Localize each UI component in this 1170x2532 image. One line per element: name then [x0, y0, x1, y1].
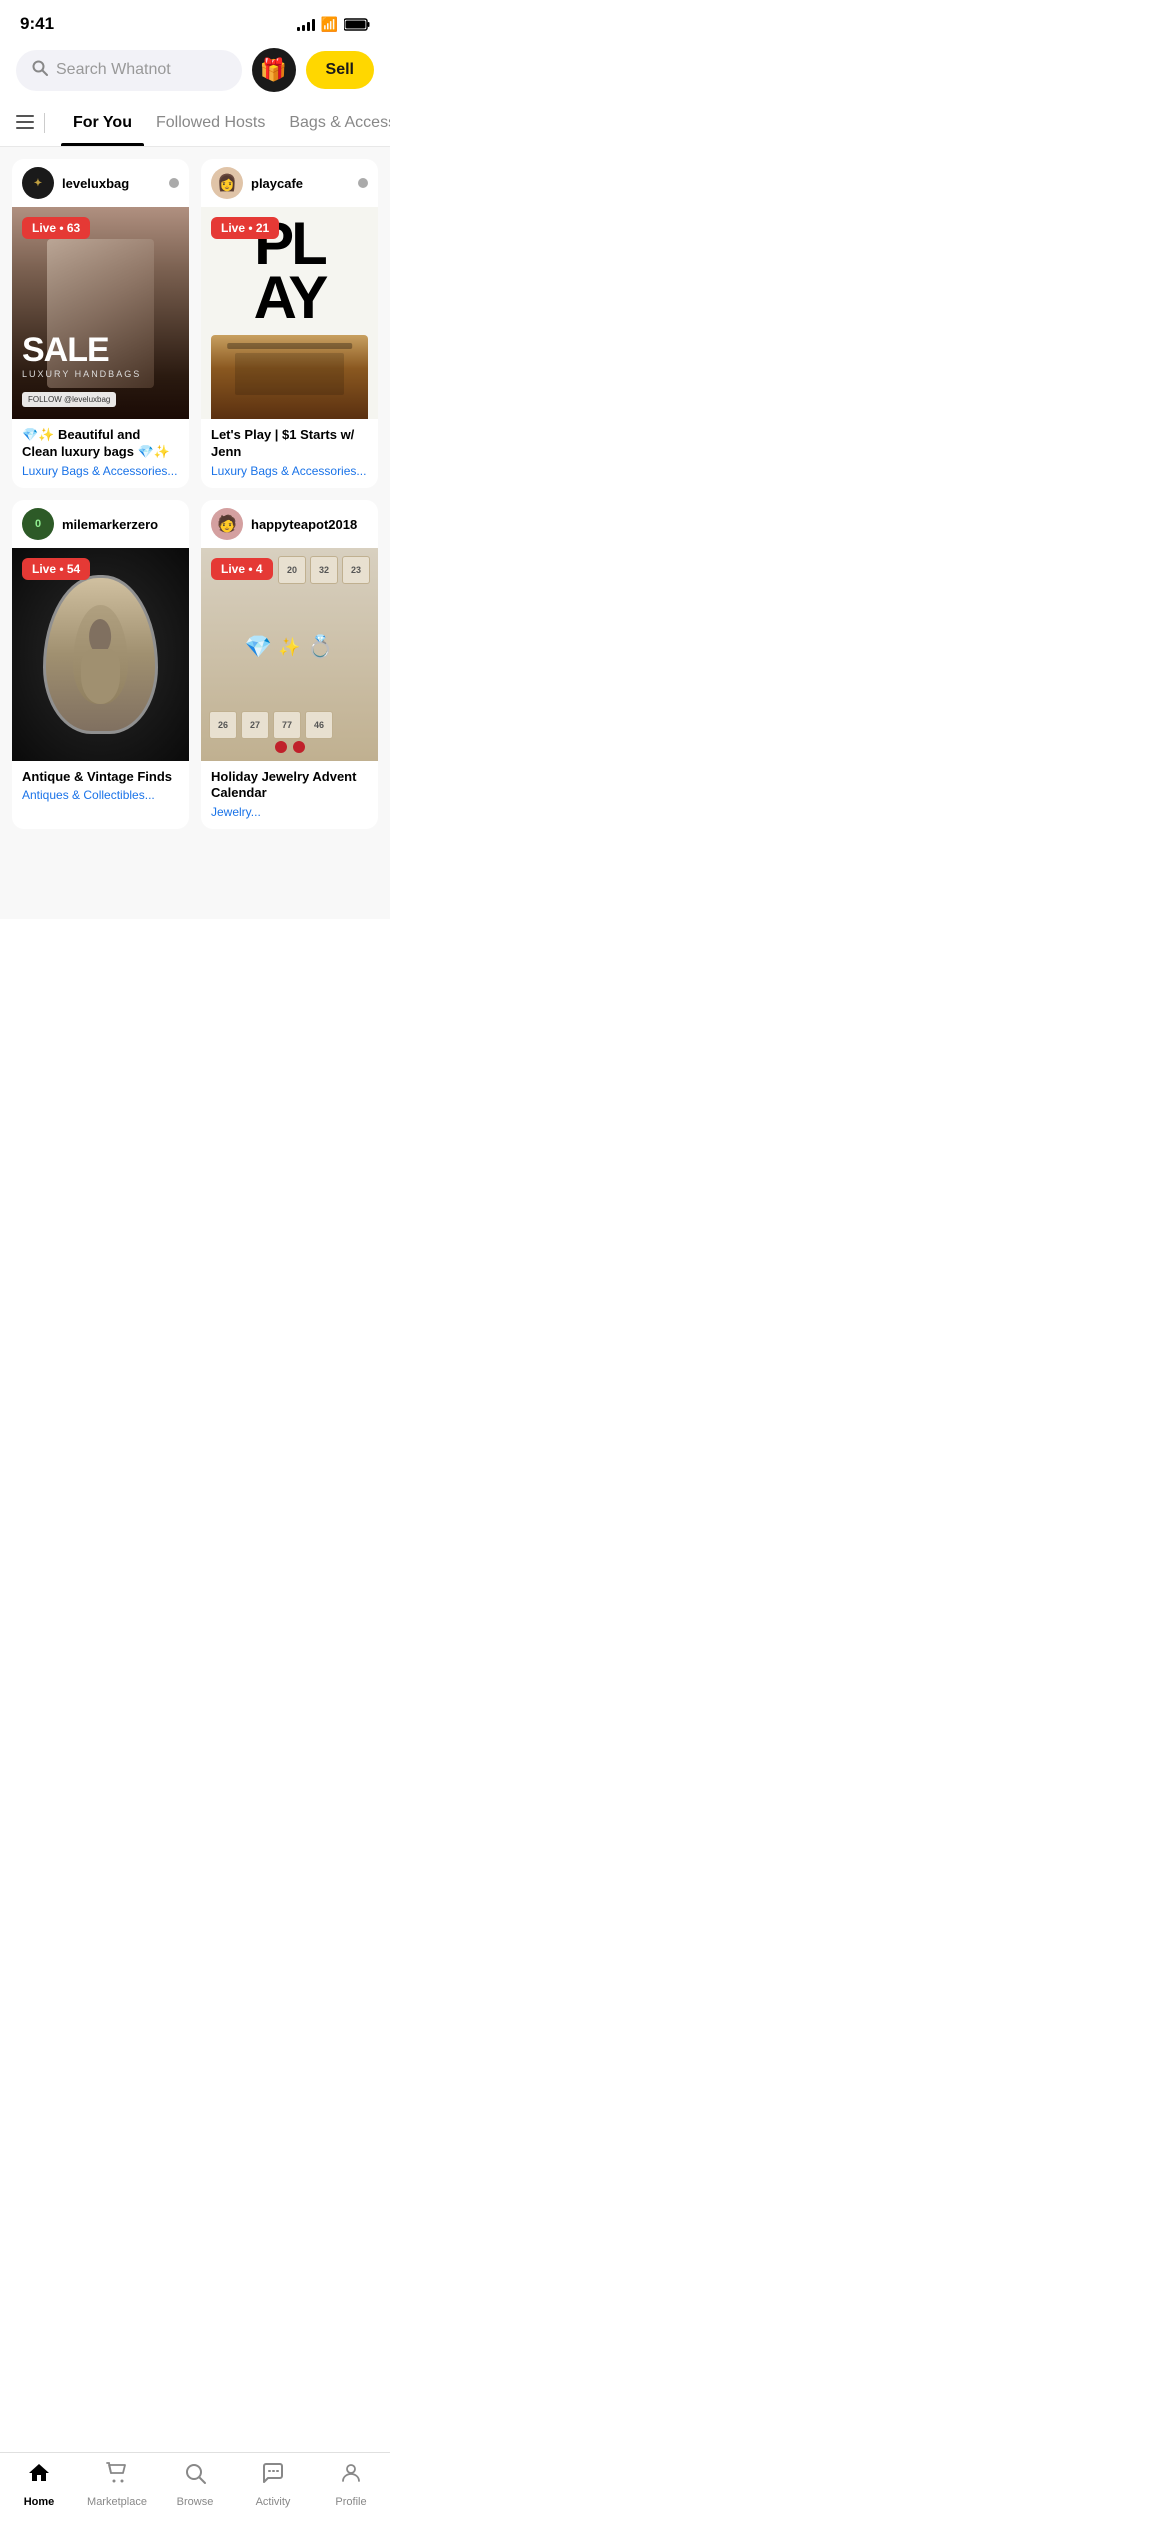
battery-icon [344, 18, 370, 31]
grid-icon[interactable] [16, 113, 34, 134]
card-footer-milemarkerzero: Antique & Vintage Finds Antiques & Colle… [12, 761, 189, 813]
bottom-nav: Home Marketplace Browse Ac [0, 2452, 390, 2532]
stream-title-leveluxbag: 💎✨ Beautiful and Clean luxury bags 💎✨ [22, 427, 179, 461]
thumbnail-happyteapot2018: 20 32 23 💎 ✨ 💍 26 27 77 [201, 548, 378, 760]
card-footer-leveluxbag: 💎✨ Beautiful and Clean luxury bags 💎✨ Lu… [12, 419, 189, 488]
profile-icon [339, 2461, 363, 2492]
sell-button[interactable]: Sell [306, 51, 374, 89]
nav-item-home[interactable]: Home [0, 2461, 78, 2508]
tab-bags[interactable]: Bags & Accessories [277, 100, 390, 146]
stream-card-milemarkerzero[interactable]: 0 milemarkerzero Live • 54 Ant [12, 500, 189, 829]
search-icon [32, 60, 48, 81]
thumbnail-playcafe: PLAY Live • 21 [201, 207, 378, 419]
nav-label-profile: Profile [335, 2496, 366, 2508]
username-leveluxbag: leveluxbag [62, 176, 161, 191]
avatar-leveluxbag: ✦ [22, 167, 54, 199]
nav-label-activity: Activity [256, 2496, 291, 2508]
nav-item-profile[interactable]: Profile [312, 2461, 390, 2508]
streams-grid: ✦ leveluxbag SALE LUXURY HANDBAGS FOLLOW… [12, 159, 378, 829]
live-indicator-playcafe [358, 178, 368, 188]
stream-category-milemarkerzero: Antiques & Collectibles... [22, 788, 179, 802]
status-bar: 9:41 📶 [0, 0, 390, 40]
avatar-happyteapot2018: 🧑 [211, 508, 243, 540]
thumbnail-milemarkerzero: Live • 54 [12, 548, 189, 760]
search-bar[interactable]: Search Whatnot [16, 50, 242, 91]
stream-card-playcafe[interactable]: 👩 playcafe PLAY Live • 21 Let [201, 159, 378, 488]
header: Search Whatnot 🎁 Sell [0, 40, 390, 100]
stream-title-playcafe: Let's Play | $1 Starts w/ Jenn [211, 427, 368, 461]
signal-bars-icon [297, 17, 315, 31]
nav-item-activity[interactable]: Activity [234, 2461, 312, 2508]
username-happyteapot2018: happyteapot2018 [251, 517, 368, 532]
search-placeholder: Search Whatnot [56, 61, 171, 79]
stream-category-playcafe: Luxury Bags & Accessories... [211, 464, 368, 478]
tab-divider [44, 113, 45, 133]
live-badge-happyteapot2018: Live • 4 [211, 558, 273, 580]
activity-icon [261, 2461, 285, 2492]
stream-card-leveluxbag[interactable]: ✦ leveluxbag SALE LUXURY HANDBAGS FOLLOW… [12, 159, 189, 488]
content-area: ✦ leveluxbag SALE LUXURY HANDBAGS FOLLOW… [0, 147, 390, 919]
stream-category-happyteapot2018: Jewelry... [211, 805, 368, 819]
nav-label-marketplace: Marketplace [87, 2496, 147, 2508]
card-footer-playcafe: Let's Play | $1 Starts w/ Jenn Luxury Ba… [201, 419, 378, 488]
status-icons: 📶 [297, 16, 370, 33]
tab-followed-hosts[interactable]: Followed Hosts [144, 100, 277, 146]
browse-icon [183, 2461, 207, 2492]
username-playcafe: playcafe [251, 176, 350, 191]
avatar-playcafe: 👩 [211, 167, 243, 199]
home-icon [27, 2461, 51, 2492]
card-footer-happyteapot2018: Holiday Jewelry Advent Calendar Jewelry.… [201, 761, 378, 830]
live-badge-leveluxbag: Live • 63 [22, 217, 90, 239]
card-header-leveluxbag: ✦ leveluxbag [12, 159, 189, 207]
tab-for-you[interactable]: For You [61, 100, 144, 146]
status-time: 9:41 [20, 14, 54, 34]
nav-item-marketplace[interactable]: Marketplace [78, 2461, 156, 2508]
live-indicator-leveluxbag [169, 178, 179, 188]
thumbnail-leveluxbag: SALE LUXURY HANDBAGS FOLLOW @leveluxbag … [12, 207, 189, 419]
card-header-happyteapot2018: 🧑 happyteapot2018 [201, 500, 378, 548]
card-header-milemarkerzero: 0 milemarkerzero [12, 500, 189, 548]
stream-category-leveluxbag: Luxury Bags & Accessories... [22, 464, 179, 478]
tabs-container: For You Followed Hosts Bags & Accessorie… [0, 100, 390, 147]
marketplace-icon [105, 2461, 129, 2492]
username-milemarkerzero: milemarkerzero [62, 517, 179, 532]
nav-label-home: Home [24, 2496, 55, 2508]
nav-label-browse: Browse [177, 2496, 214, 2508]
wifi-icon: 📶 [321, 16, 338, 33]
card-header-playcafe: 👩 playcafe [201, 159, 378, 207]
stream-title-milemarkerzero: Antique & Vintage Finds [22, 769, 179, 786]
nav-item-browse[interactable]: Browse [156, 2461, 234, 2508]
avatar-milemarkerzero: 0 [22, 508, 54, 540]
stream-title-happyteapot2018: Holiday Jewelry Advent Calendar [211, 769, 368, 803]
stream-card-happyteapot2018[interactable]: 🧑 happyteapot2018 20 32 23 💎 ✨ [201, 500, 378, 829]
sale-text: SALE [22, 333, 179, 367]
gift-icon: 🎁 [260, 57, 287, 83]
live-badge-milemarkerzero: Live • 54 [22, 558, 90, 580]
gift-button[interactable]: 🎁 [252, 48, 296, 92]
follow-tag: FOLLOW @leveluxbag [22, 392, 116, 407]
live-badge-playcafe: Live • 21 [211, 217, 279, 239]
sale-subtext: LUXURY HANDBAGS [22, 369, 179, 379]
